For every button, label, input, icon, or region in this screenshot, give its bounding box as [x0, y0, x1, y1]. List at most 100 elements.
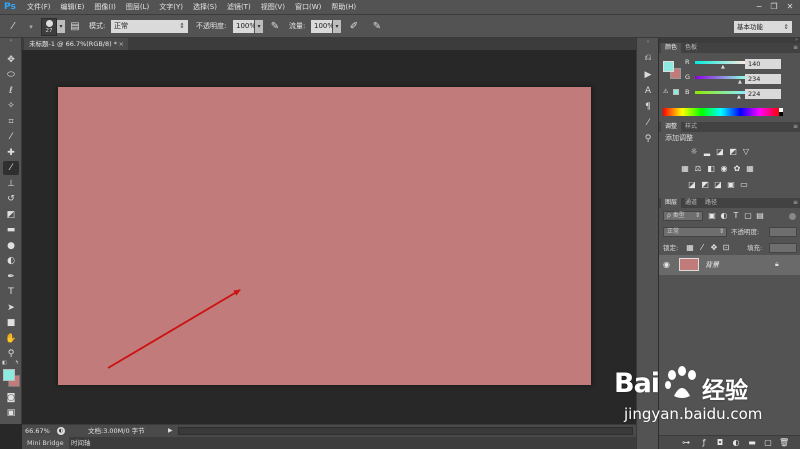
color-spectrum-bar[interactable]: [663, 108, 779, 116]
tool-preset-arrow-icon[interactable]: ▾: [24, 20, 38, 34]
document-tab[interactable]: 未标题-1 @ 66.7%(RGB/8) * ×: [24, 38, 128, 50]
strip-collapse-icon[interactable]: «: [641, 39, 655, 45]
move-tool-icon[interactable]: ✥: [3, 53, 19, 67]
clone-source-panel-icon[interactable]: ⚲: [641, 132, 655, 146]
threshold-icon[interactable]: ◪: [713, 180, 723, 190]
lock-image-icon[interactable]: ⁄: [697, 243, 707, 253]
opacity-dropdown-icon[interactable]: ▾: [255, 20, 263, 33]
flow-dropdown-icon[interactable]: ▾: [333, 20, 341, 33]
tab-channels[interactable]: 通道: [681, 198, 701, 208]
brush-panel-toggle-icon[interactable]: ▤: [68, 20, 82, 34]
status-info-icon[interactable]: ◐: [57, 427, 65, 435]
pressure-opacity-icon[interactable]: ✎: [268, 20, 282, 34]
brush-preset-picker[interactable]: 27: [41, 18, 57, 36]
menu-image[interactable]: 图像(I): [89, 0, 121, 14]
menu-layer[interactable]: 图层(L): [121, 0, 154, 14]
foreground-color-swatch[interactable]: [3, 369, 15, 381]
invert-icon[interactable]: ◪: [687, 180, 697, 190]
pressure-size-icon[interactable]: ✎: [370, 20, 384, 34]
photo-filter-icon[interactable]: ◉: [719, 164, 729, 174]
eyedropper-tool-icon[interactable]: ⁄: [3, 130, 19, 144]
brush-tool-icon[interactable]: ⁄: [6, 20, 20, 34]
quick-select-tool-icon[interactable]: ✧: [3, 99, 19, 113]
tab-styles[interactable]: 样式: [681, 122, 701, 132]
document-tab-close-icon[interactable]: ×: [119, 38, 124, 50]
path-selection-tool-icon[interactable]: ➤: [3, 301, 19, 315]
color-lookup-icon[interactable]: ▦: [745, 164, 755, 174]
tab-adjustments[interactable]: 调整: [661, 122, 682, 132]
menu-view[interactable]: 视图(V): [256, 0, 290, 14]
menu-window[interactable]: 窗口(W): [290, 0, 326, 14]
exposure-icon[interactable]: ◩: [728, 147, 738, 157]
healing-brush-tool-icon[interactable]: ✚: [3, 146, 19, 160]
channel-mixer-icon[interactable]: ✿: [732, 164, 742, 174]
vibrance-icon[interactable]: ▽: [741, 147, 751, 157]
spectrum-black-swatch[interactable]: [779, 112, 783, 116]
character-panel-icon[interactable]: A: [641, 84, 655, 98]
tab-mini-bridge[interactable]: Mini Bridge: [22, 437, 69, 449]
brush-panel-icon[interactable]: ⁄: [641, 116, 655, 130]
status-menu-arrow-icon[interactable]: ▶: [168, 425, 173, 437]
clone-stamp-tool-icon[interactable]: ⊥: [3, 177, 19, 191]
history-panel-icon[interactable]: ⎌: [641, 51, 655, 65]
toolbar-collapse-icon[interactable]: »: [3, 38, 19, 44]
channel-g-thumb-icon[interactable]: ▲: [738, 79, 742, 85]
menu-type[interactable]: 文字(Y): [154, 0, 188, 14]
hue-saturation-icon[interactable]: ▦: [680, 164, 690, 174]
channel-g-input[interactable]: 234: [745, 74, 781, 84]
lock-all-icon[interactable]: ⊡: [721, 243, 731, 253]
zoom-tool-icon[interactable]: ⚲: [3, 347, 19, 361]
curves-icon[interactable]: ◪: [715, 147, 725, 157]
restore-button[interactable]: ❐: [768, 1, 780, 12]
menu-help[interactable]: 帮助(H): [326, 0, 361, 14]
gradient-map-icon[interactable]: ▭: [739, 180, 749, 190]
menu-select[interactable]: 选择(S): [188, 0, 222, 14]
blur-tool-icon[interactable]: ●: [3, 239, 19, 253]
airbrush-icon[interactable]: ✐: [347, 20, 361, 34]
filter-shape-icon[interactable]: ▢: [743, 211, 753, 221]
dodge-tool-icon[interactable]: ◐: [3, 254, 19, 268]
tab-color[interactable]: 颜色: [661, 43, 682, 53]
lock-transparent-icon[interactable]: ▦: [685, 243, 695, 253]
filter-pixel-icon[interactable]: ▣: [707, 211, 717, 221]
color-panel-foreground-swatch[interactable]: [663, 61, 674, 72]
gamut-swatch[interactable]: [673, 89, 679, 95]
layer-row[interactable]: ◉ 背景 🔒︎: [659, 255, 800, 275]
menu-edit[interactable]: 编辑(E): [56, 0, 90, 14]
crop-tool-icon[interactable]: ⌗: [3, 115, 19, 129]
menu-filter[interactable]: 滤镜(T): [222, 0, 256, 14]
layer-visibility-eye-icon[interactable]: ◉: [663, 260, 670, 270]
swap-colors-icon[interactable]: ↰: [15, 360, 21, 366]
close-window-button[interactable]: ✕: [784, 1, 796, 12]
lock-position-icon[interactable]: ✥: [709, 243, 719, 253]
levels-icon[interactable]: ▂: [702, 147, 712, 157]
color-balance-icon[interactable]: ⚖: [693, 164, 703, 174]
selective-color-icon[interactable]: ▣: [726, 180, 736, 190]
blend-mode-select[interactable]: 正常 ⇕: [663, 227, 727, 237]
tab-paths[interactable]: 路径: [701, 198, 721, 208]
gradient-tool-icon[interactable]: ▬: [3, 223, 19, 237]
filter-toggle-icon[interactable]: [789, 213, 796, 220]
mode-select[interactable]: 正常 ⇕: [111, 20, 188, 33]
color-panel-menu-icon[interactable]: ≡: [793, 43, 798, 53]
filter-type-icon[interactable]: T: [731, 211, 741, 221]
quick-mask-icon[interactable]: ◙: [3, 391, 19, 405]
paragraph-panel-icon[interactable]: ¶: [641, 100, 655, 114]
opacity-input[interactable]: 100%: [233, 20, 256, 33]
fill-input[interactable]: [769, 243, 797, 253]
type-tool-icon[interactable]: T: [3, 285, 19, 299]
tab-layers[interactable]: 图层: [661, 198, 682, 208]
brightness-contrast-icon[interactable]: ☼: [689, 147, 699, 157]
lasso-tool-icon[interactable]: ℓ: [3, 84, 19, 98]
tab-swatches[interactable]: 色板: [681, 43, 701, 53]
posterize-icon[interactable]: ◩: [700, 180, 710, 190]
channel-b-thumb-icon[interactable]: ▲: [737, 94, 741, 100]
actions-panel-icon[interactable]: ▶: [641, 68, 655, 82]
layer-opacity-input[interactable]: [769, 227, 797, 237]
minimize-button[interactable]: −: [753, 1, 765, 12]
marquee-tool-icon[interactable]: ⬭: [3, 68, 19, 82]
horizontal-scrollbar[interactable]: [178, 427, 633, 435]
layer-name[interactable]: 背景: [705, 260, 719, 270]
zoom-level[interactable]: 66.67%: [25, 425, 50, 437]
eraser-tool-icon[interactable]: ◩: [3, 208, 19, 222]
